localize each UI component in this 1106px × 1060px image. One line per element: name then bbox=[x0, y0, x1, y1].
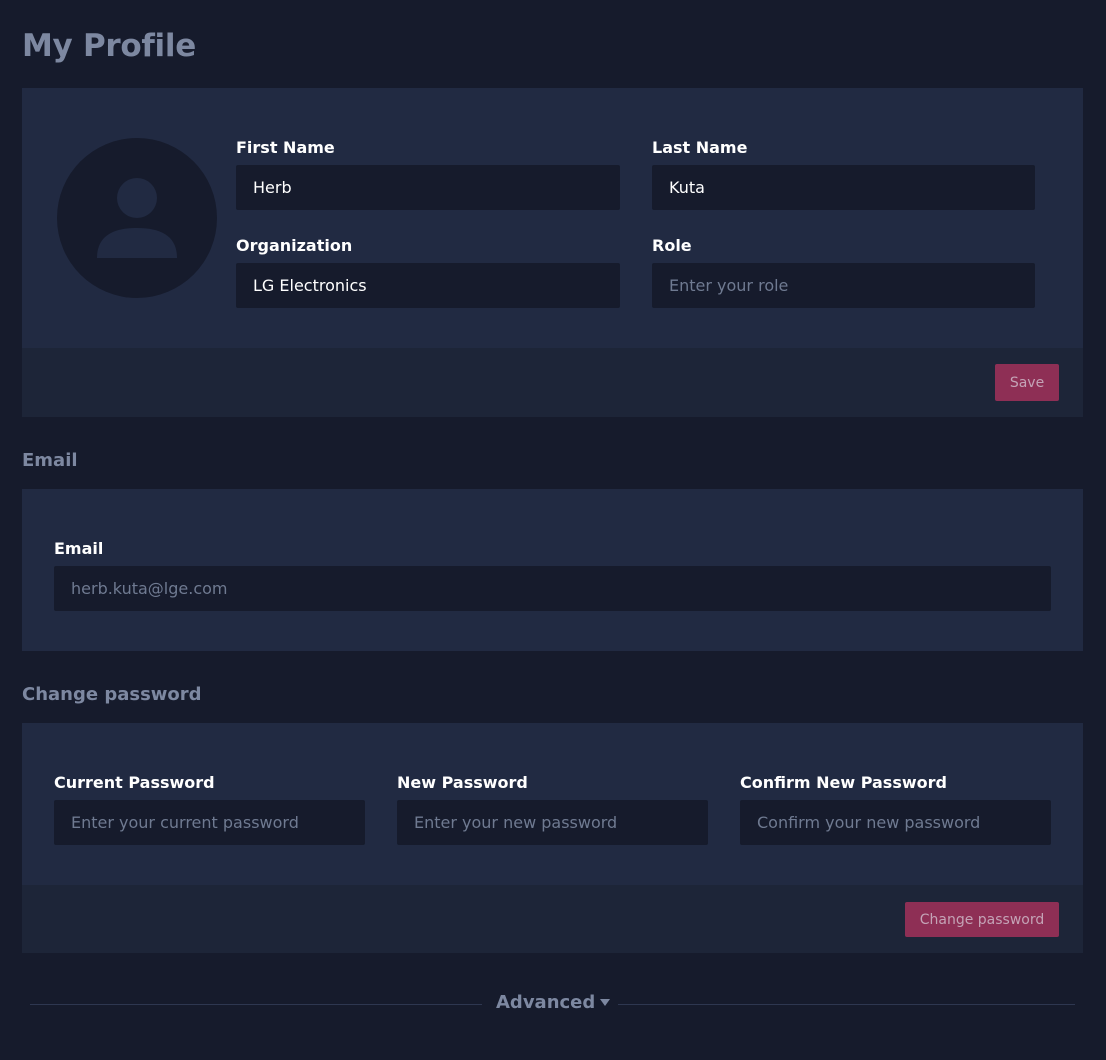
save-button[interactable]: Save bbox=[995, 364, 1059, 401]
current-password-label: Current Password bbox=[54, 773, 215, 792]
last-name-input[interactable] bbox=[652, 165, 1035, 210]
password-panel-footer: Change password bbox=[22, 885, 1083, 953]
page-title: My Profile bbox=[22, 28, 196, 64]
role-label: Role bbox=[652, 236, 692, 255]
confirm-password-label: Confirm New Password bbox=[740, 773, 947, 792]
new-password-label: New Password bbox=[397, 773, 528, 792]
profile-panel-footer: Save bbox=[22, 348, 1083, 417]
email-field[interactable] bbox=[54, 566, 1051, 611]
email-panel: Email bbox=[22, 489, 1083, 651]
organization-input[interactable] bbox=[236, 263, 620, 308]
password-panel: Current Password New Password Confirm Ne… bbox=[22, 723, 1083, 953]
organization-label: Organization bbox=[236, 236, 353, 255]
first-name-label: First Name bbox=[236, 138, 335, 157]
advanced-divider-left bbox=[30, 1004, 482, 1005]
role-input[interactable] bbox=[652, 263, 1035, 308]
avatar bbox=[57, 138, 217, 298]
change-password-button[interactable]: Change password bbox=[905, 902, 1059, 937]
profile-panel: First Name Last Name Organization Role S… bbox=[22, 88, 1083, 417]
email-label: Email bbox=[54, 539, 104, 558]
chevron-down-icon[interactable] bbox=[600, 999, 610, 1006]
user-silhouette-icon bbox=[97, 178, 177, 258]
last-name-label: Last Name bbox=[652, 138, 748, 157]
current-password-input[interactable] bbox=[54, 800, 365, 845]
confirm-password-input[interactable] bbox=[740, 800, 1051, 845]
email-section-title: Email bbox=[22, 450, 78, 471]
first-name-input[interactable] bbox=[236, 165, 620, 210]
new-password-input[interactable] bbox=[397, 800, 708, 845]
advanced-label: Advanced bbox=[496, 992, 596, 1013]
password-section-title: Change password bbox=[22, 684, 202, 705]
advanced-divider-right bbox=[618, 1004, 1075, 1005]
